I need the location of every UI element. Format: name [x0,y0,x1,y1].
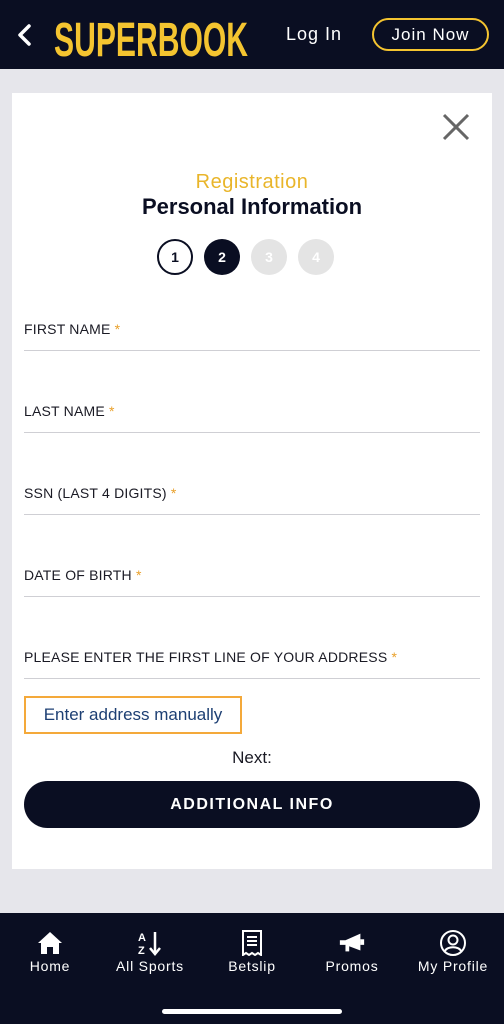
login-link[interactable]: Log In [286,24,342,45]
nav-all-sports-label: All Sports [116,958,184,974]
superbook-logo[interactable]: SUPERBOOK [52,4,258,64]
address-input[interactable] [24,649,480,678]
last-name-input[interactable] [24,403,480,432]
svg-text:Z: Z [138,945,145,956]
registration-subtitle: Registration [195,171,309,193]
nav-promos-label: Promos [325,958,379,974]
nav-betslip[interactable]: Betslip [202,913,302,984]
svg-text:A: A [138,932,146,944]
registration-card: Registration Personal Information 1 2 3 … [12,93,492,869]
megaphone-icon [339,933,365,952]
date-of-birth-field[interactable]: DATE OF BIRTH * [24,567,480,597]
next-label: Next: [232,748,272,767]
step-1: 1 [157,239,193,275]
nav-betslip-label: Betslip [228,958,276,974]
additional-info-button[interactable]: ADDITIONAL INFO [24,781,480,828]
ssn-input[interactable] [24,485,480,514]
receipt-icon [242,930,262,956]
join-now-button[interactable]: Join Now [372,18,489,51]
nav-promos[interactable]: Promos [302,913,402,984]
home-indicator[interactable] [162,1009,342,1014]
address-field[interactable]: PLEASE ENTER THE FIRST LINE OF YOUR ADDR… [24,649,480,679]
top-header: SUPERBOOK Log In Join Now [0,0,504,69]
home-indicator-area [0,984,504,1024]
nav-home[interactable]: Home [0,913,100,984]
home-icon [38,932,62,954]
nav-all-sports[interactable]: A Z All Sports [100,913,200,984]
bottom-nav: Home A Z All Sports Betslip Promos My Pr… [0,913,504,984]
nav-my-profile[interactable]: My Profile [403,913,503,984]
step-4: 4 [298,239,334,275]
date-of-birth-input[interactable] [24,567,480,596]
back-chevron-icon[interactable] [12,20,38,50]
nav-my-profile-label: My Profile [417,958,489,974]
az-sort-icon: A Z [138,932,161,956]
last-name-field[interactable]: LAST NAME * [24,403,480,433]
nav-home-label: Home [29,958,71,974]
step-2: 2 [204,239,240,275]
first-name-input[interactable] [24,321,480,350]
ssn-field[interactable]: SSN (LAST 4 DIGITS) * [24,485,480,515]
step-indicator: 1 2 3 4 [157,239,334,275]
page-title: Personal Information [141,194,363,219]
first-name-field[interactable]: FIRST NAME * [24,321,480,351]
svg-text:SUPERBOOK: SUPERBOOK [54,14,248,64]
profile-icon [440,930,466,956]
step-3: 3 [251,239,287,275]
close-icon[interactable] [440,111,472,143]
enter-address-manually-button[interactable]: Enter address manually [24,696,242,734]
